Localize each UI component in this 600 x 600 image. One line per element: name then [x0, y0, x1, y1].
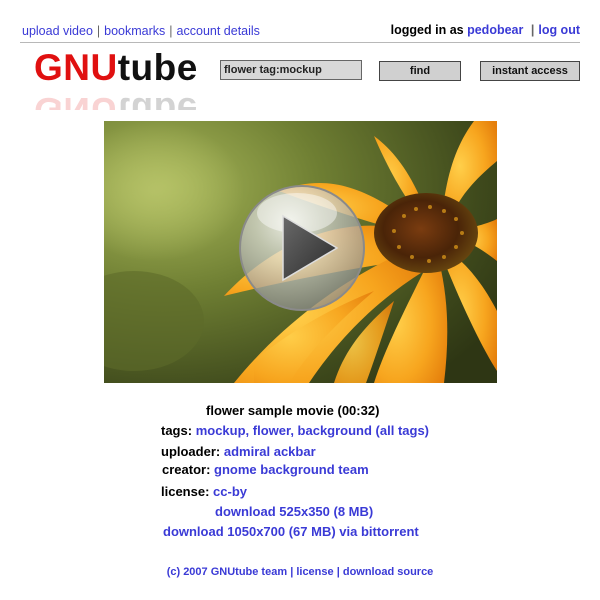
creator-link[interactable]: gnome background team	[214, 462, 369, 477]
find-button[interactable]: find	[379, 61, 461, 81]
tags-links[interactable]: mockup, flower, background (all tags)	[196, 423, 429, 438]
video-player[interactable]	[104, 121, 497, 383]
download-source-link[interactable]: download source	[343, 566, 433, 578]
logged-in-label: logged in as	[390, 23, 464, 37]
username-link[interactable]: pedobear	[467, 23, 523, 37]
separator: |	[169, 24, 173, 38]
tags-row: tags: mockup, flower, background (all ta…	[161, 423, 429, 438]
footer-license-link[interactable]: license	[296, 566, 333, 578]
uploader-link[interactable]: admiral ackbar	[224, 444, 316, 459]
logo-tube-reflection: tube	[118, 90, 198, 110]
top-navigation: upload video | bookmarks | account details l…	[20, 23, 580, 42]
creator-row: creator: gnome background team	[162, 462, 369, 477]
license-link[interactable]: cc-by	[213, 484, 247, 499]
separator: |	[96, 24, 101, 38]
search-input[interactable]	[220, 60, 362, 80]
separator: |	[530, 23, 535, 37]
play-icon[interactable]	[237, 183, 367, 313]
uploader-row: uploader: admiral ackbar	[161, 444, 316, 459]
copyright-text: (c) 2007 GNUtube team	[166, 566, 288, 578]
login-status: logged in as pedobear | log out	[391, 23, 580, 37]
logo-gnu-reflection: GNU	[34, 90, 118, 110]
uploader-label: uploader:	[161, 444, 221, 459]
download-large-link[interactable]: download 1050x700 (67 MB) via bittorrent	[163, 524, 419, 539]
license-label: license:	[161, 484, 210, 499]
logo-gnu: GNU	[34, 47, 118, 88]
separator: |	[336, 566, 340, 578]
video-title: flower sample movie (00:32)	[206, 403, 380, 418]
bookmarks-link[interactable]: bookmarks	[104, 24, 165, 38]
separator: |	[290, 566, 294, 578]
instant-access-button[interactable]: instant access	[480, 61, 580, 81]
upload-video-link[interactable]: upload video	[22, 24, 93, 38]
creator-label: creator:	[162, 462, 211, 477]
footer: (c) 2007 GNUtube team | license | downlo…	[0, 566, 600, 578]
user-links: upload video | bookmarks | account details	[22, 24, 260, 38]
tags-label: tags:	[161, 423, 193, 438]
logo-reflection: GNUtube	[34, 88, 198, 110]
site-logo[interactable]: GNUtube GNUtube	[34, 46, 204, 110]
download-small-link[interactable]: download 525x350 (8 MB)	[215, 504, 373, 519]
header-divider	[20, 42, 580, 43]
logout-link[interactable]: log out	[538, 23, 580, 37]
logo-tube: tube	[117, 47, 198, 88]
license-row: license: cc-by	[161, 484, 247, 499]
account-details-link[interactable]: account details	[177, 24, 260, 38]
